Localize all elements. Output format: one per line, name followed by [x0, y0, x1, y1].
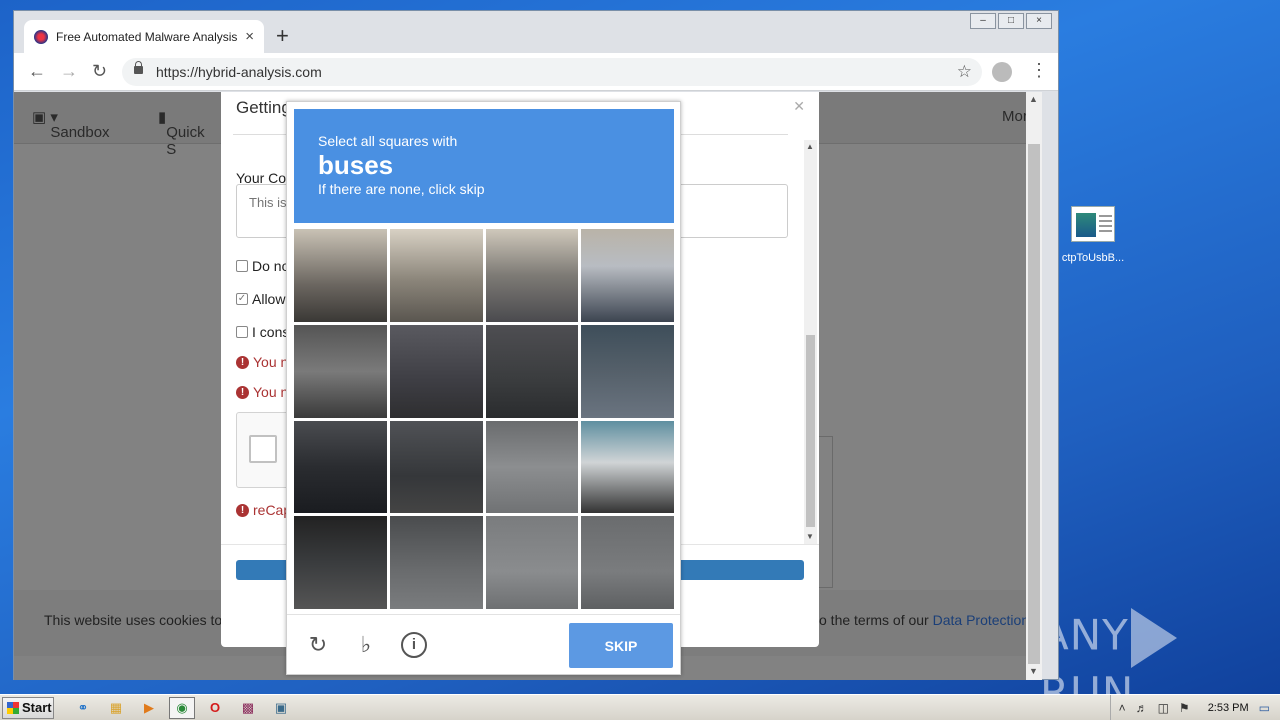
- start-button[interactable]: Start: [2, 696, 54, 719]
- captcha-tile[interactable]: [294, 324, 387, 418]
- page-scrollbar[interactable]: ▲ ▼: [1026, 92, 1042, 680]
- tab-close-icon[interactable]: ×: [245, 28, 254, 45]
- lock-icon: [134, 61, 143, 74]
- checkbox-do-not[interactable]: Do no: [236, 258, 289, 274]
- opera-icon[interactable]: O: [202, 697, 228, 719]
- captcha-tile[interactable]: [294, 420, 387, 514]
- media-player-icon[interactable]: ▶: [136, 697, 162, 719]
- error-icon: !: [236, 503, 249, 517]
- captcha-tile[interactable]: [581, 420, 674, 514]
- menu-dots-icon[interactable]: ⋮: [1030, 60, 1048, 81]
- captcha-target: buses: [318, 150, 394, 180]
- page-scroll-thumb[interactable]: [1028, 144, 1040, 664]
- error-icon: !: [236, 385, 249, 399]
- window-controls: – □ ×: [970, 13, 1052, 29]
- error-message: ! reCap: [236, 502, 291, 518]
- url-text: https://hybrid-analysis.com: [156, 64, 322, 80]
- scroll-down-icon[interactable]: ▼: [806, 532, 814, 541]
- checkbox-checked-icon[interactable]: ✓: [236, 293, 248, 305]
- nav-sandbox[interactable]: ▣ Sandbox ▾: [32, 108, 110, 141]
- checkbox-consent[interactable]: I cons: [236, 324, 289, 340]
- nav-quick-scan[interactable]: ▮ Quick S: [158, 108, 205, 158]
- captcha-tile[interactable]: [581, 516, 674, 609]
- scroll-down-icon[interactable]: ▼: [1029, 666, 1038, 676]
- bookmark-star-icon[interactable]: ☆: [957, 58, 972, 86]
- network-icon[interactable]: ◫: [1158, 701, 1169, 715]
- explorer-folder-icon[interactable]: ▦: [103, 697, 129, 719]
- modal-close-icon[interactable]: ✕: [793, 98, 805, 115]
- captcha-tile[interactable]: [485, 229, 579, 322]
- play-logo-icon: [1130, 608, 1177, 668]
- modal-scrollbar[interactable]: ▲ ▼: [804, 140, 817, 544]
- captcha-tile[interactable]: [389, 420, 483, 514]
- captcha-tile[interactable]: [485, 324, 579, 418]
- scroll-up-icon[interactable]: ▲: [1029, 94, 1038, 104]
- profile-avatar-icon[interactable]: [992, 62, 1012, 82]
- captcha-footer-divider: [287, 614, 680, 615]
- captcha-header: Select all squares with buses If there a…: [294, 109, 674, 223]
- browser-tab[interactable]: Free Automated Malware Analysis S ×: [24, 20, 264, 53]
- captcha-tile[interactable]: [389, 229, 483, 322]
- checkbox-icon[interactable]: [236, 260, 248, 272]
- background-panel: [819, 436, 833, 588]
- recaptcha-challenge: Select all squares with buses If there a…: [286, 101, 681, 675]
- captcha-controls: ↻ ♭ i: [305, 632, 427, 658]
- checkbox-icon[interactable]: [236, 326, 248, 338]
- browser-toolbar: ← → ↻ https://hybrid-analysis.com ☆ ⋮: [14, 53, 1058, 91]
- info-icon[interactable]: i: [401, 632, 427, 658]
- captcha-tile[interactable]: [389, 324, 483, 418]
- maximize-button[interactable]: □: [998, 13, 1024, 29]
- checkbox-allow[interactable]: ✓ Allow: [236, 291, 285, 307]
- captcha-image-grid: [294, 229, 674, 609]
- desktop-file-label: ctpToUsbB...: [1061, 252, 1125, 264]
- scroll-up-icon[interactable]: ▲: [806, 142, 814, 151]
- captcha-hint: If there are none, click skip: [318, 181, 485, 197]
- captcha-tile[interactable]: [294, 229, 387, 322]
- archiver-icon[interactable]: ▩: [235, 697, 261, 719]
- skip-button[interactable]: SKIP: [569, 623, 673, 668]
- error-message: ! You n: [236, 354, 288, 370]
- new-tab-button[interactable]: +: [276, 23, 289, 49]
- minimize-button[interactable]: –: [970, 13, 996, 29]
- captcha-tile[interactable]: [485, 516, 579, 609]
- anyrun-watermark: ANYRUN: [1040, 608, 1240, 717]
- reload-icon[interactable]: ↻: [305, 632, 331, 658]
- error-message: ! You n: [236, 384, 288, 400]
- data-protection-link[interactable]: Data Protection: [933, 612, 1030, 628]
- tray-expand-icon[interactable]: ˄: [1119, 701, 1126, 715]
- captcha-instruction: Select all squares with: [318, 133, 458, 149]
- modal-scroll-thumb[interactable]: [806, 335, 815, 527]
- windows-flag-icon: [7, 701, 19, 714]
- action-center-flag-icon[interactable]: ⚑: [1179, 701, 1190, 715]
- captcha-tile[interactable]: [294, 516, 387, 609]
- back-arrow-icon[interactable]: ←: [28, 61, 46, 82]
- cookie-text-left: This website uses cookies to: [44, 612, 223, 628]
- error-icon: !: [236, 355, 249, 369]
- clock-time[interactable]: 2:53 PM: [1208, 702, 1249, 714]
- file-thumbnail-icon: [1071, 206, 1115, 242]
- system-tray: ˄ ♬ ◫ ⚑ 2:53 PM ▭: [1109, 695, 1280, 720]
- captcha-tile[interactable]: [485, 420, 579, 514]
- reload-page-icon[interactable]: ↻: [92, 61, 107, 82]
- chrome-taskbar-icon[interactable]: ◉: [169, 696, 195, 719]
- show-desktop-icon[interactable]: ▭: [1259, 701, 1270, 715]
- ie-icon[interactable]: ⚭: [70, 697, 96, 719]
- captcha-tile[interactable]: [581, 229, 674, 322]
- captcha-tile[interactable]: [389, 516, 483, 609]
- captcha-tile[interactable]: [581, 324, 674, 418]
- window-app-icon[interactable]: ▣: [268, 697, 294, 719]
- desktop-file-icon[interactable]: ctpToUsbB...: [1058, 206, 1128, 264]
- close-window-button[interactable]: ×: [1026, 13, 1052, 29]
- forward-arrow-icon[interactable]: →: [60, 61, 78, 82]
- tab-title: Free Automated Malware Analysis S: [56, 29, 240, 44]
- audio-icon[interactable]: ♭: [353, 632, 379, 658]
- cookie-text-right: o the terms of our Data Protection: [819, 612, 1030, 628]
- windows-taskbar: Start ⚭ ▦ ▶ ◉ O ▩ ▣ ˄ ♬ ◫ ⚑ 2:53 PM ▭: [0, 694, 1280, 720]
- favicon-icon: [34, 29, 48, 44]
- recaptcha-checkbox[interactable]: [249, 435, 277, 463]
- address-bar[interactable]: https://hybrid-analysis.com ☆: [122, 58, 982, 86]
- volume-icon[interactable]: ♬: [1136, 701, 1148, 715]
